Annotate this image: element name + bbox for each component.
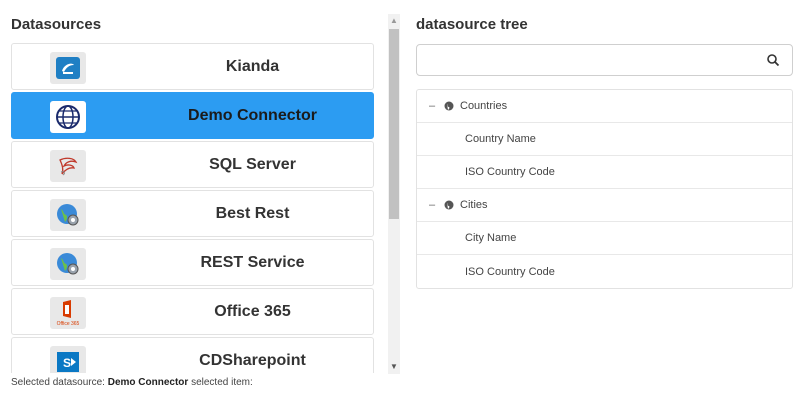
datasource-item-office-365[interactable]: Office 365 Office 365 bbox=[11, 288, 374, 335]
datasources-title: Datasources bbox=[11, 16, 102, 33]
tree-node-label: Countries bbox=[460, 100, 508, 112]
globe-gear-icon bbox=[50, 199, 86, 231]
datasource-label: Kianda bbox=[225, 57, 280, 75]
datasource-label: Best Rest bbox=[215, 204, 290, 222]
datasource-list: Kianda Demo Connector SQL Server Best Re… bbox=[11, 43, 374, 373]
datasource-item-demo-connector[interactable]: Demo Connector bbox=[11, 92, 374, 139]
datasource-label: CDSharepoint bbox=[199, 351, 306, 369]
globe-gear-icon bbox=[50, 248, 86, 280]
datasource-list-scrollbar[interactable]: ▲ ▼ bbox=[388, 14, 400, 374]
tree-node-cities[interactable]: – Cities bbox=[417, 189, 792, 222]
datasource-item-sql-server[interactable]: SQL Server bbox=[11, 141, 374, 188]
svg-text:Office 365: Office 365 bbox=[57, 321, 80, 327]
status-prefix: Selected datasource: bbox=[11, 377, 105, 388]
datasource-item-cdsharepoint[interactable]: S CDSharepoint bbox=[11, 337, 374, 373]
status-selected-datasource: Demo Connector bbox=[107, 377, 189, 388]
tree-leaf-city-name[interactable]: City Name bbox=[417, 222, 792, 255]
tree-leaf-label: Country Name bbox=[465, 133, 536, 145]
tree-leaf-label: ISO Country Code bbox=[465, 265, 555, 278]
tree-search-input[interactable] bbox=[425, 49, 755, 71]
sql-server-icon bbox=[50, 150, 86, 182]
datasource-label: SQL Server bbox=[209, 155, 296, 173]
globe-wireframe-icon bbox=[50, 101, 86, 133]
scroll-down-arrow-icon[interactable]: ▼ bbox=[388, 360, 400, 374]
globe-icon bbox=[444, 200, 454, 210]
datasource-tree-title: datasource tree bbox=[416, 16, 528, 33]
globe-icon bbox=[444, 101, 454, 111]
scrollbar-thumb[interactable] bbox=[389, 29, 399, 219]
status-suffix: selected item: bbox=[191, 377, 253, 388]
office-365-icon: Office 365 bbox=[50, 297, 86, 329]
sharepoint-icon: S bbox=[50, 346, 86, 373]
selection-status: Selected datasource: Demo Connector sele… bbox=[11, 377, 253, 388]
tree-leaf-label: City Name bbox=[465, 232, 517, 244]
datasource-label: Office 365 bbox=[214, 302, 291, 320]
datasource-tree: – Countries Country Name ISO Country Cod… bbox=[416, 89, 793, 289]
kianda-logo-icon bbox=[50, 52, 86, 84]
tree-node-label: Cities bbox=[460, 199, 488, 211]
datasource-label: REST Service bbox=[200, 253, 305, 271]
collapse-toggle-icon[interactable]: – bbox=[426, 199, 438, 211]
tree-search-box[interactable] bbox=[416, 44, 793, 76]
scroll-up-arrow-icon[interactable]: ▲ bbox=[388, 14, 400, 28]
datasource-item-best-rest[interactable]: Best Rest bbox=[11, 190, 374, 237]
tree-leaf-country-name[interactable]: Country Name bbox=[417, 123, 792, 156]
tree-leaf-label: ISO Country Code bbox=[465, 166, 555, 178]
svg-text:S: S bbox=[63, 356, 71, 370]
collapse-toggle-icon[interactable]: – bbox=[426, 100, 438, 112]
datasource-item-rest-service[interactable]: REST Service bbox=[11, 239, 374, 286]
datasource-label: Demo Connector bbox=[188, 106, 317, 124]
search-icon[interactable] bbox=[766, 53, 780, 67]
tree-leaf-iso-country-code[interactable]: ISO Country Code bbox=[417, 255, 792, 288]
tree-node-countries[interactable]: – Countries bbox=[417, 90, 792, 123]
datasource-item-kianda[interactable]: Kianda bbox=[11, 43, 374, 90]
tree-leaf-iso-country-code[interactable]: ISO Country Code bbox=[417, 156, 792, 189]
